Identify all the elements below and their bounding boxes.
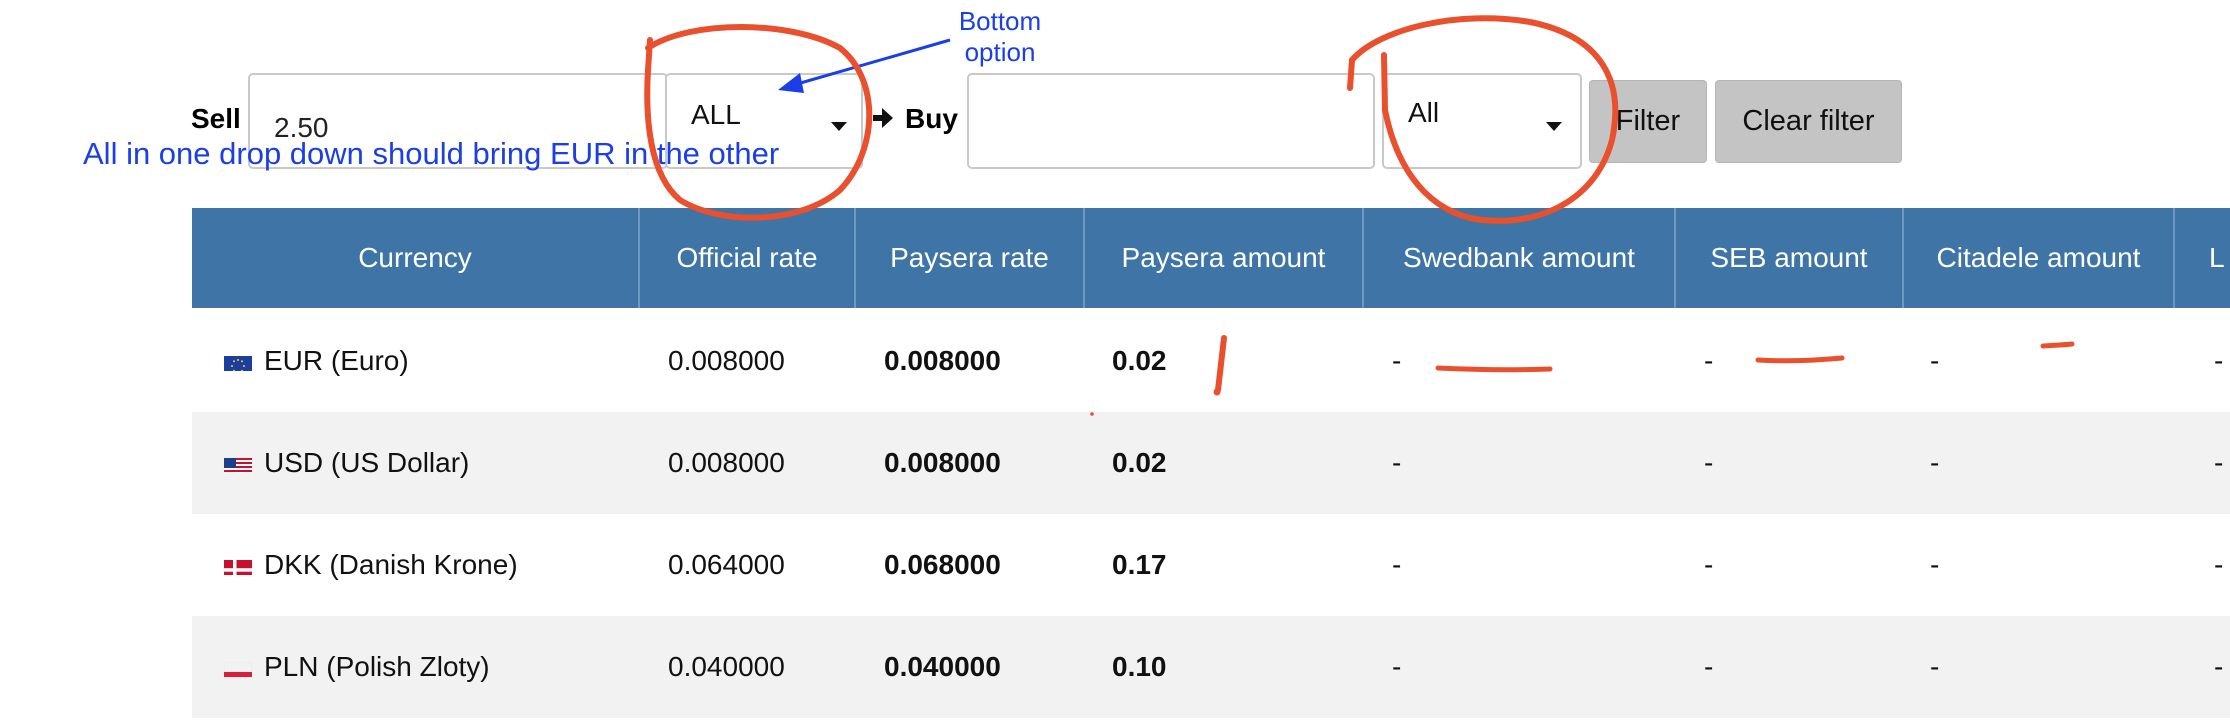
l-amount-cell: - xyxy=(2214,549,2224,580)
seb-amount-cell: - xyxy=(1704,345,1714,376)
buy-currency-select[interactable]: All xyxy=(1382,73,1582,169)
sell-label: Sell xyxy=(191,103,241,134)
paysera-amount-cell: 0.02 xyxy=(1112,345,1167,376)
col-header-swedbank-amount[interactable]: Swedbank amount xyxy=(1362,208,1674,308)
currency-name: DKK (Danish Krone) xyxy=(264,549,518,580)
rates-table-header: Currency Official rate Paysera rate Pays… xyxy=(192,208,2230,308)
col-header-paysera-amount[interactable]: Paysera amount xyxy=(1083,208,1362,308)
col-header-l[interactable]: L xyxy=(2173,208,2230,308)
currency-name: USD (US Dollar) xyxy=(264,447,470,478)
swedbank-amount-cell: - xyxy=(1392,651,1402,682)
official-rate-cell: 0.040000 xyxy=(668,651,785,682)
chevron-down-icon xyxy=(1546,122,1562,131)
chevron-down-icon xyxy=(831,122,847,131)
col-header-currency[interactable]: Currency xyxy=(192,208,638,308)
buy-currency-value: All xyxy=(1408,97,1440,128)
currency-cell: EUR (Euro) xyxy=(224,310,409,412)
paysera-rate-cell: 0.068000 xyxy=(884,549,1001,580)
paysera-rate-cell: 0.040000 xyxy=(884,651,1001,682)
instruction-note: All in one drop down should bring EUR in… xyxy=(83,136,780,171)
currency-name: EUR (Euro) xyxy=(264,345,409,376)
currency-cell: PLN (Polish Zloty) xyxy=(224,616,490,718)
paysera-rate-cell: 0.008000 xyxy=(884,345,1001,376)
seb-amount-cell: - xyxy=(1704,447,1714,478)
currency-name: PLN (Polish Zloty) xyxy=(264,651,490,682)
l-amount-cell: - xyxy=(2214,651,2224,682)
paysera-amount-cell: 0.17 xyxy=(1112,549,1167,580)
pl-flag-icon xyxy=(224,657,252,677)
official-rate-cell: 0.008000 xyxy=(668,345,785,376)
swedbank-amount-cell: - xyxy=(1392,345,1402,376)
us-flag-icon xyxy=(224,453,252,473)
swedbank-amount-cell: - xyxy=(1392,549,1402,580)
paysera-amount-cell: 0.10 xyxy=(1112,651,1167,682)
paysera-rate-cell: 0.008000 xyxy=(884,447,1001,478)
seb-amount-cell: - xyxy=(1704,651,1714,682)
l-amount-cell: - xyxy=(2214,345,2224,376)
clear-filter-button[interactable]: Clear filter xyxy=(1715,80,1902,163)
official-rate-cell: 0.064000 xyxy=(668,549,785,580)
paysera-amount-cell: 0.02 xyxy=(1112,447,1167,478)
dk-flag-icon xyxy=(224,555,252,575)
citadele-amount-cell: - xyxy=(1930,651,1940,682)
swedbank-amount-cell: - xyxy=(1392,447,1402,478)
citadele-amount-cell: - xyxy=(1930,549,1940,580)
col-header-citadele-amount[interactable]: Citadele amount xyxy=(1902,208,2173,308)
citadele-amount-cell: - xyxy=(1930,447,1940,478)
currency-cell: DKK (Danish Krone) xyxy=(224,514,518,616)
l-amount-cell: - xyxy=(2214,447,2224,478)
citadele-amount-cell: - xyxy=(1930,345,1940,376)
col-header-seb-amount[interactable]: SEB amount xyxy=(1674,208,1902,308)
currency-cell: USD (US Dollar) xyxy=(224,412,469,514)
eu-flag-icon xyxy=(224,351,252,371)
buy-label: Buy xyxy=(905,103,958,134)
table-row: EUR (Euro) 0.008000 0.008000 0.02 - - - … xyxy=(192,310,2230,412)
filter-button[interactable]: Filter xyxy=(1589,80,1707,163)
col-header-paysera-rate[interactable]: Paysera rate xyxy=(854,208,1083,308)
sell-currency-value: ALL xyxy=(691,99,741,130)
arrow-right-icon xyxy=(873,108,893,128)
col-header-official-rate[interactable]: Official rate xyxy=(638,208,854,308)
official-rate-cell: 0.008000 xyxy=(668,447,785,478)
bottom-option-note: Bottom option xyxy=(958,6,1042,67)
buy-amount-input[interactable] xyxy=(967,73,1375,169)
table-row: USD (US Dollar) 0.008000 0.008000 0.02 -… xyxy=(192,412,2230,514)
seb-amount-cell: - xyxy=(1704,549,1714,580)
table-row: DKK (Danish Krone) 0.064000 0.068000 0.1… xyxy=(192,514,2230,616)
table-row: PLN (Polish Zloty) 0.040000 0.040000 0.1… xyxy=(192,616,2230,718)
